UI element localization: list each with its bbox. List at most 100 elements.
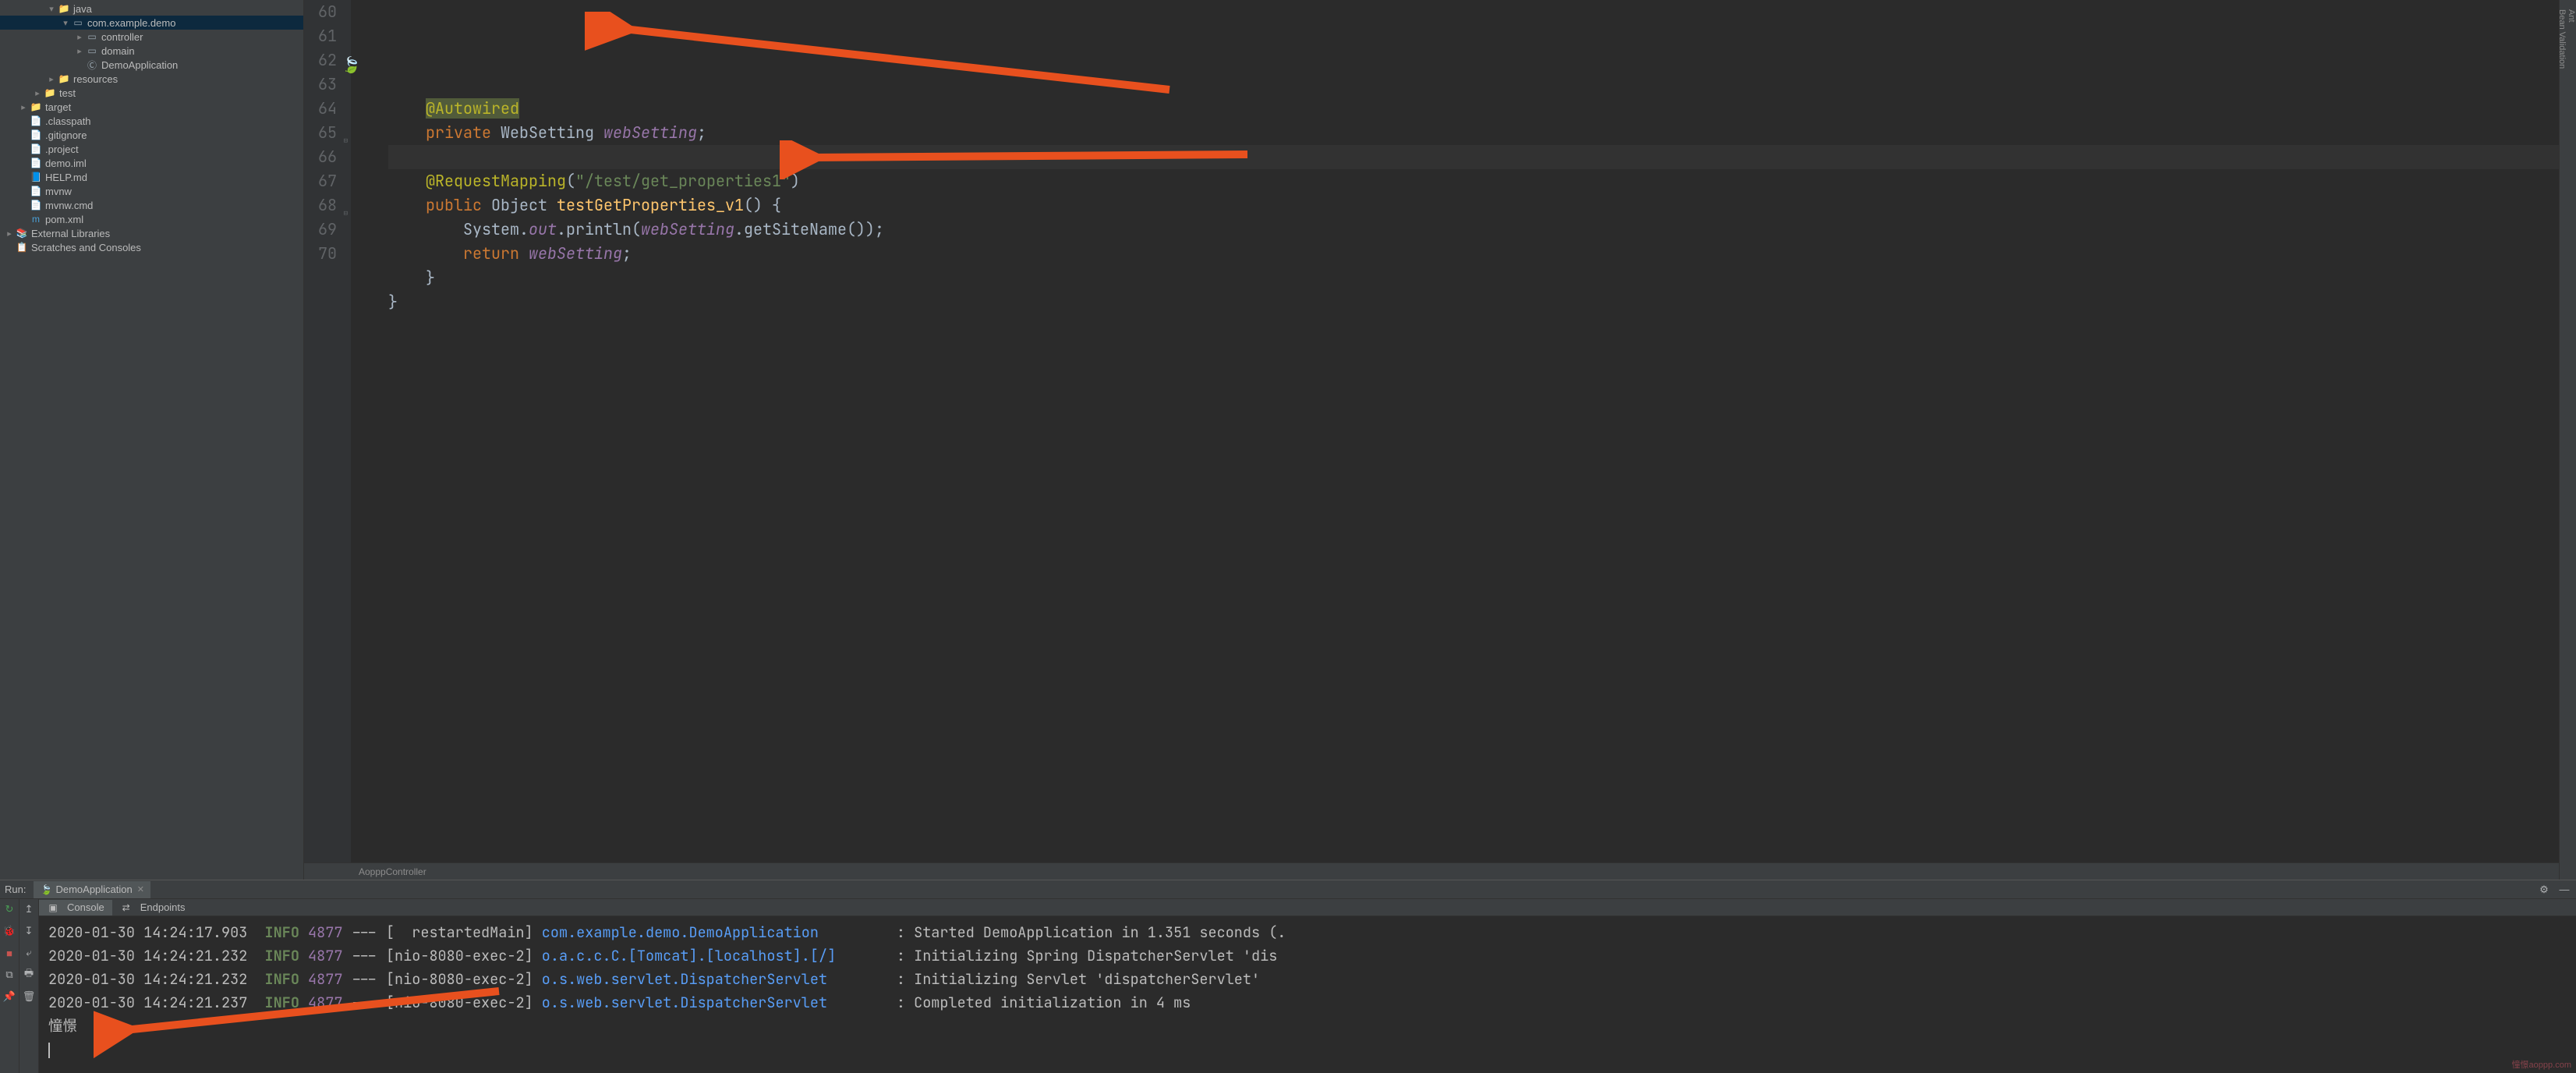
run-config-tab[interactable]: 🍃 DemoApplication ✕	[34, 881, 150, 898]
trash-icon[interactable]: 🗑	[22, 990, 36, 1004]
layout-icon[interactable]: ⧉	[2, 968, 16, 982]
run-subtab[interactable]: ▣Console	[39, 900, 112, 915]
run-header: Run: 🍃 DemoApplication ✕ ⚙ —	[0, 880, 2576, 899]
tree-item-label: .project	[45, 143, 79, 155]
run-toolbar-left: ↻ 🐞 ■ ⧉ 📌	[0, 899, 19, 1073]
code-line[interactable]	[388, 145, 2576, 169]
minimize-icon[interactable]: —	[2557, 883, 2571, 897]
code-line[interactable]: }	[388, 290, 2576, 314]
code-line[interactable]	[388, 314, 2576, 338]
right-tool-stripe[interactable]: AntBean Validation	[2559, 0, 2576, 880]
tree-item-label: resources	[73, 73, 118, 85]
code-line[interactable]: }	[388, 266, 2576, 290]
tree-item[interactable]: 📋Scratches and Consoles	[0, 240, 303, 254]
chevron-right-icon[interactable]: ▸	[31, 88, 44, 98]
tree-item[interactable]: ▸📁resources	[0, 72, 303, 86]
chevron-right-icon[interactable]: ▸	[73, 46, 86, 56]
fold-icon[interactable]: ⊟	[340, 201, 348, 209]
folder-exclude-icon: 📁	[30, 101, 42, 113]
chevron-right-icon[interactable]: ▸	[17, 102, 30, 112]
step-up-icon[interactable]: ↥	[22, 902, 36, 916]
log-line: 2020-01-30 14:24:21.237 INFO 4877 --- [n…	[48, 991, 2567, 1015]
editor[interactable]: 606162🍃636465⊟666768⊟6970 @Autowired pri…	[304, 0, 2576, 880]
tree-item-label: test	[59, 87, 76, 99]
code-line[interactable]	[388, 73, 2576, 97]
code-line[interactable]: public Object testGetProperties_v1() {	[388, 193, 2576, 218]
tree-item[interactable]: ▸📁test	[0, 86, 303, 100]
tree-item[interactable]: mpom.xml	[0, 212, 303, 226]
package-icon: ▭	[86, 30, 98, 43]
code-line[interactable]: System.out.println(webSetting.getSiteNam…	[388, 218, 2576, 242]
tree-item[interactable]: ▸📁target	[0, 100, 303, 114]
tree-item[interactable]: 📄.gitignore	[0, 128, 303, 142]
chevron-down-icon[interactable]: ▾	[45, 4, 58, 14]
print-icon[interactable]: 🖶	[22, 968, 36, 982]
tree-item-label: com.example.demo	[87, 17, 175, 29]
run-subtab[interactable]: ⇄ Endpoints	[112, 900, 193, 915]
package-icon: ▭	[86, 44, 98, 57]
chevron-right-icon[interactable]: ▸	[3, 228, 16, 239]
close-icon[interactable]: ✕	[137, 884, 144, 894]
file-icon: 📄	[30, 199, 42, 211]
md-icon: 📘	[30, 171, 42, 183]
code-line[interactable]: @Autowired	[388, 97, 2576, 121]
gear-icon[interactable]: ⚙	[2537, 883, 2551, 897]
wrap-icon[interactable]: ⤶	[22, 946, 36, 960]
right-stripe-item[interactable]: Bean Validation	[2557, 5, 2567, 880]
console-output[interactable]: 2020-01-30 14:24:17.903 INFO 4877 --- [ …	[39, 916, 2576, 1073]
tree-item[interactable]: ▸▭controller	[0, 30, 303, 44]
project-tree[interactable]: ▾📁java▾▭com.example.demo▸▭controller▸▭do…	[0, 0, 304, 880]
right-stripe-item[interactable]: Ant	[2567, 5, 2576, 880]
editor-code[interactable]: @Autowired private WebSetting webSetting…	[351, 0, 2576, 862]
log-line: 2020-01-30 14:24:21.232 INFO 4877 --- [n…	[48, 944, 2567, 968]
chevron-down-icon[interactable]: ▾	[59, 18, 72, 28]
stop-icon[interactable]: ■	[2, 946, 16, 960]
tree-item[interactable]: ▸▭domain	[0, 44, 303, 58]
folder-icon: 📁	[58, 2, 70, 15]
tree-item-label: .gitignore	[45, 129, 87, 141]
tree-item[interactable]: 📄.project	[0, 142, 303, 156]
folder-icon: 📁	[58, 73, 70, 85]
gutter-line: 70	[304, 242, 337, 266]
tree-item-label: controller	[101, 31, 143, 43]
run-config-label: DemoApplication	[55, 884, 132, 895]
tree-item[interactable]: 📄.classpath	[0, 114, 303, 128]
step-down-icon[interactable]: ↧	[22, 924, 36, 938]
run-subtab-label: Endpoints	[140, 901, 186, 913]
chevron-right-icon[interactable]: ▸	[73, 32, 86, 42]
tree-item[interactable]: 📄mvnw	[0, 184, 303, 198]
breadcrumb[interactable]: AopppController	[304, 862, 2576, 880]
tree-item[interactable]: ▾▭com.example.demo	[0, 16, 303, 30]
tree-item-label: mvnw.cmd	[45, 200, 93, 211]
endpoints-icon: ⇄	[120, 901, 133, 914]
file-icon: 📄	[30, 185, 42, 197]
tree-item-label: demo.iml	[45, 158, 87, 169]
fold-icon[interactable]: ⊟	[340, 129, 348, 136]
gutter-line: 61	[304, 24, 337, 48]
tree-item[interactable]: 📘HELP.md	[0, 170, 303, 184]
maven-icon: m	[30, 213, 42, 225]
gutter-line: 65⊟	[304, 121, 337, 145]
tree-item[interactable]: ⒸDemoApplication	[0, 58, 303, 72]
tree-item[interactable]: ▸📚External Libraries	[0, 226, 303, 240]
tree-item[interactable]: 📄demo.iml	[0, 156, 303, 170]
tree-item-label: Scratches and Consoles	[31, 242, 141, 253]
run-tool-window: Run: 🍃 DemoApplication ✕ ⚙ — ↻ 🐞 ■ ⧉ 📌 ↥ ↧ ⤶ 🖶 🗑…	[0, 880, 2576, 1073]
gutter-line: 60	[304, 0, 337, 24]
code-line[interactable]: private WebSetting webSetting;	[388, 121, 2576, 145]
run-subtab-label: Console	[67, 901, 104, 913]
tree-item[interactable]: ▾📁java	[0, 2, 303, 16]
bug-icon[interactable]: 🐞	[2, 924, 16, 938]
chevron-right-icon[interactable]: ▸	[45, 74, 58, 84]
code-line[interactable]: return webSetting;	[388, 242, 2576, 266]
tree-item-label: .classpath	[45, 115, 91, 127]
tree-item-label: DemoApplication	[101, 59, 178, 71]
package-icon: ▭	[72, 16, 84, 29]
rerun-icon[interactable]: ↻	[2, 902, 16, 916]
code-line[interactable]: @RequestMapping("/test/get_properties1")	[388, 169, 2576, 193]
pin-icon[interactable]: 📌	[2, 990, 16, 1004]
tree-item[interactable]: 📄mvnw.cmd	[0, 198, 303, 212]
gutter-line: 68⊟	[304, 193, 337, 218]
tree-item-label: HELP.md	[45, 172, 87, 183]
tree-item-label: target	[45, 101, 71, 113]
